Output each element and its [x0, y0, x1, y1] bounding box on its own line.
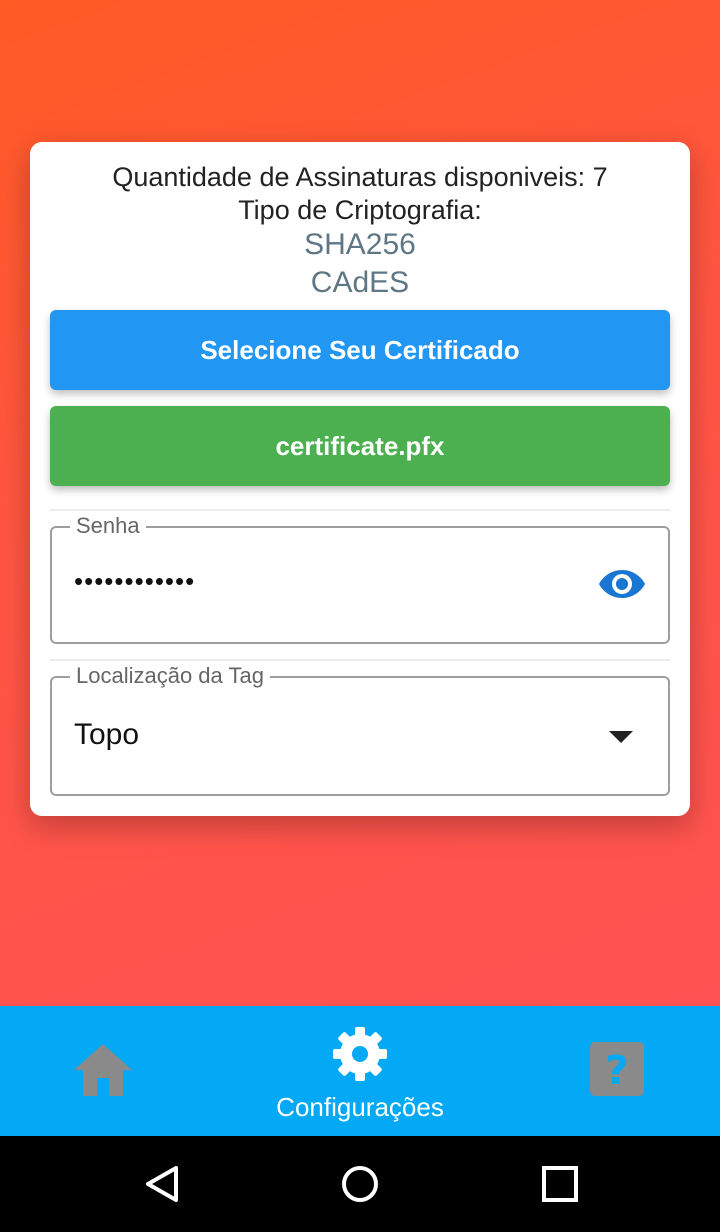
system-navigation-bar: [0, 1136, 720, 1232]
tag-location-value: Topo: [74, 718, 140, 751]
svg-text:?: ?: [605, 1048, 628, 1094]
nav-settings-label: Configurações: [276, 1092, 444, 1122]
divider: [50, 509, 670, 511]
tag-location-select[interactable]: Localização da Tag Topo: [50, 662, 670, 796]
available-signatures-text: Quantidade de Assinaturas disponiveis: 7: [112, 162, 608, 192]
gear-icon: [333, 1027, 387, 1081]
help-icon: ?: [590, 1042, 644, 1096]
tag-location-label: Localização da Tag: [70, 662, 270, 690]
hash-algorithm-text: SHA256: [304, 228, 416, 261]
nav-settings[interactable]: Configurações: [250, 1024, 470, 1132]
nav-home[interactable]: [72, 1040, 134, 1100]
home-circle-icon[interactable]: [340, 1164, 380, 1204]
eye-icon[interactable]: [598, 566, 646, 602]
password-input-value[interactable]: ••••••••••••: [74, 566, 195, 597]
nav-help[interactable]: ?: [588, 1040, 646, 1098]
back-icon[interactable]: [142, 1164, 182, 1204]
crypto-type-label: Tipo de Criptografia:: [238, 195, 482, 225]
home-icon: [74, 1044, 132, 1096]
password-field[interactable]: Senha ••••••••••••: [50, 512, 670, 644]
select-certificate-button[interactable]: Selecione Seu Certificado: [50, 310, 670, 390]
dropdown-arrow-icon[interactable]: [608, 730, 634, 744]
divider: [50, 659, 670, 661]
bottom-navigation: Configurações ?: [0, 1006, 720, 1136]
recent-apps-icon[interactable]: [540, 1164, 580, 1204]
signature-format-text: CAdES: [310, 266, 410, 299]
signature-settings-card: Quantidade de Assinaturas disponiveis: 7…: [30, 142, 690, 816]
certificate-file-button[interactable]: certificate.pfx: [50, 406, 670, 486]
password-label: Senha: [70, 512, 146, 540]
